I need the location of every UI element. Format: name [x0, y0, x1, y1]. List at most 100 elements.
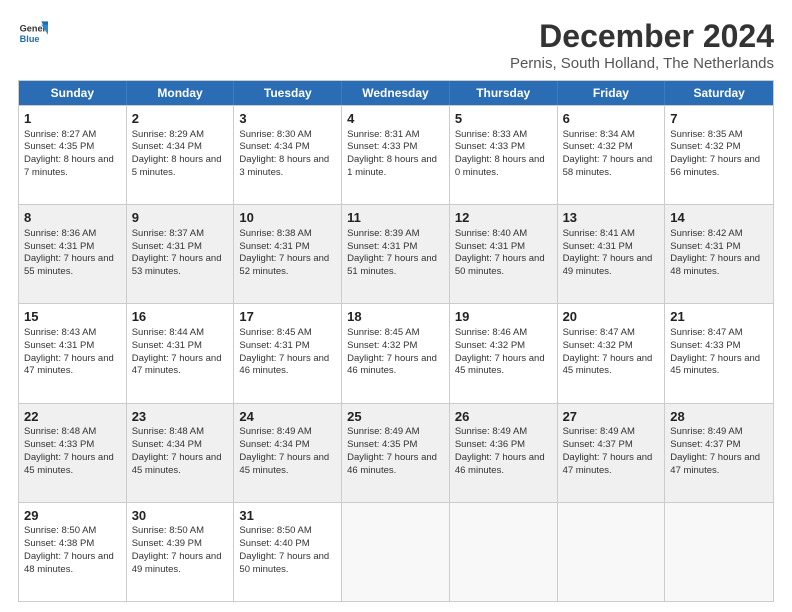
day-info: Sunrise: 8:38 AM Sunset: 4:31 PM Dayligh… [239, 228, 336, 279]
day-number: 5 [455, 110, 552, 128]
day-number: 21 [670, 308, 768, 326]
day-info: Sunrise: 8:45 AM Sunset: 4:32 PM Dayligh… [347, 327, 444, 378]
calendar-row-0: 1Sunrise: 8:27 AM Sunset: 4:35 PM Daylig… [19, 105, 773, 204]
day-number: 25 [347, 408, 444, 426]
day-info: Sunrise: 8:46 AM Sunset: 4:32 PM Dayligh… [455, 327, 552, 378]
day-number: 16 [132, 308, 229, 326]
calendar-cell: 18Sunrise: 8:45 AM Sunset: 4:32 PM Dayli… [342, 304, 450, 402]
day-info: Sunrise: 8:35 AM Sunset: 4:32 PM Dayligh… [670, 129, 768, 180]
calendar-row-2: 15Sunrise: 8:43 AM Sunset: 4:31 PM Dayli… [19, 303, 773, 402]
header-cell-friday: Friday [558, 81, 666, 105]
day-number: 17 [239, 308, 336, 326]
calendar-cell: 31Sunrise: 8:50 AM Sunset: 4:40 PM Dayli… [234, 503, 342, 601]
calendar-cell: 19Sunrise: 8:46 AM Sunset: 4:32 PM Dayli… [450, 304, 558, 402]
calendar-cell: 9Sunrise: 8:37 AM Sunset: 4:31 PM Daylig… [127, 205, 235, 303]
calendar-cell: 12Sunrise: 8:40 AM Sunset: 4:31 PM Dayli… [450, 205, 558, 303]
day-info: Sunrise: 8:44 AM Sunset: 4:31 PM Dayligh… [132, 327, 229, 378]
day-info: Sunrise: 8:43 AM Sunset: 4:31 PM Dayligh… [24, 327, 121, 378]
calendar-cell: 2Sunrise: 8:29 AM Sunset: 4:34 PM Daylig… [127, 106, 235, 204]
day-number: 30 [132, 507, 229, 525]
day-number: 13 [563, 209, 660, 227]
day-number: 22 [24, 408, 121, 426]
day-number: 1 [24, 110, 121, 128]
calendar-cell: 6Sunrise: 8:34 AM Sunset: 4:32 PM Daylig… [558, 106, 666, 204]
day-number: 31 [239, 507, 336, 525]
day-number: 4 [347, 110, 444, 128]
day-number: 19 [455, 308, 552, 326]
calendar-cell: 1Sunrise: 8:27 AM Sunset: 4:35 PM Daylig… [19, 106, 127, 204]
logo-icon: General Blue [18, 18, 48, 48]
day-number: 29 [24, 507, 121, 525]
header-cell-tuesday: Tuesday [234, 81, 342, 105]
day-info: Sunrise: 8:33 AM Sunset: 4:33 PM Dayligh… [455, 129, 552, 180]
day-number: 24 [239, 408, 336, 426]
calendar-cell: 29Sunrise: 8:50 AM Sunset: 4:38 PM Dayli… [19, 503, 127, 601]
day-number: 3 [239, 110, 336, 128]
day-number: 6 [563, 110, 660, 128]
day-info: Sunrise: 8:50 AM Sunset: 4:38 PM Dayligh… [24, 525, 121, 576]
header: General Blue December 2024 Pernis, South… [18, 18, 774, 72]
header-cell-saturday: Saturday [665, 81, 773, 105]
day-info: Sunrise: 8:27 AM Sunset: 4:35 PM Dayligh… [24, 129, 121, 180]
calendar-cell: 30Sunrise: 8:50 AM Sunset: 4:39 PM Dayli… [127, 503, 235, 601]
day-info: Sunrise: 8:37 AM Sunset: 4:31 PM Dayligh… [132, 228, 229, 279]
calendar-cell [450, 503, 558, 601]
day-number: 28 [670, 408, 768, 426]
day-info: Sunrise: 8:49 AM Sunset: 4:37 PM Dayligh… [563, 426, 660, 477]
day-info: Sunrise: 8:30 AM Sunset: 4:34 PM Dayligh… [239, 129, 336, 180]
header-cell-monday: Monday [127, 81, 235, 105]
calendar-row-1: 8Sunrise: 8:36 AM Sunset: 4:31 PM Daylig… [19, 204, 773, 303]
logo: General Blue [18, 18, 48, 48]
calendar-cell: 26Sunrise: 8:49 AM Sunset: 4:36 PM Dayli… [450, 404, 558, 502]
day-number: 10 [239, 209, 336, 227]
day-number: 23 [132, 408, 229, 426]
day-number: 26 [455, 408, 552, 426]
calendar-cell: 4Sunrise: 8:31 AM Sunset: 4:33 PM Daylig… [342, 106, 450, 204]
day-info: Sunrise: 8:49 AM Sunset: 4:35 PM Dayligh… [347, 426, 444, 477]
calendar-cell: 21Sunrise: 8:47 AM Sunset: 4:33 PM Dayli… [665, 304, 773, 402]
calendar-header: SundayMondayTuesdayWednesdayThursdayFrid… [19, 81, 773, 105]
day-info: Sunrise: 8:49 AM Sunset: 4:36 PM Dayligh… [455, 426, 552, 477]
calendar-cell: 10Sunrise: 8:38 AM Sunset: 4:31 PM Dayli… [234, 205, 342, 303]
calendar-body: 1Sunrise: 8:27 AM Sunset: 4:35 PM Daylig… [19, 105, 773, 601]
svg-text:Blue: Blue [20, 34, 40, 44]
title-block: December 2024 Pernis, South Holland, The… [510, 18, 774, 72]
day-number: 18 [347, 308, 444, 326]
calendar-cell: 3Sunrise: 8:30 AM Sunset: 4:34 PM Daylig… [234, 106, 342, 204]
day-info: Sunrise: 8:29 AM Sunset: 4:34 PM Dayligh… [132, 129, 229, 180]
calendar-cell [558, 503, 666, 601]
calendar: SundayMondayTuesdayWednesdayThursdayFrid… [18, 80, 774, 602]
day-info: Sunrise: 8:31 AM Sunset: 4:33 PM Dayligh… [347, 129, 444, 180]
calendar-cell: 16Sunrise: 8:44 AM Sunset: 4:31 PM Dayli… [127, 304, 235, 402]
calendar-cell: 20Sunrise: 8:47 AM Sunset: 4:32 PM Dayli… [558, 304, 666, 402]
day-number: 11 [347, 209, 444, 227]
day-number: 7 [670, 110, 768, 128]
calendar-cell: 25Sunrise: 8:49 AM Sunset: 4:35 PM Dayli… [342, 404, 450, 502]
day-info: Sunrise: 8:47 AM Sunset: 4:32 PM Dayligh… [563, 327, 660, 378]
day-info: Sunrise: 8:42 AM Sunset: 4:31 PM Dayligh… [670, 228, 768, 279]
day-info: Sunrise: 8:48 AM Sunset: 4:33 PM Dayligh… [24, 426, 121, 477]
day-number: 8 [24, 209, 121, 227]
day-info: Sunrise: 8:36 AM Sunset: 4:31 PM Dayligh… [24, 228, 121, 279]
subtitle: Pernis, South Holland, The Netherlands [510, 55, 774, 72]
day-info: Sunrise: 8:41 AM Sunset: 4:31 PM Dayligh… [563, 228, 660, 279]
day-number: 12 [455, 209, 552, 227]
day-number: 15 [24, 308, 121, 326]
calendar-row-3: 22Sunrise: 8:48 AM Sunset: 4:33 PM Dayli… [19, 403, 773, 502]
calendar-cell: 11Sunrise: 8:39 AM Sunset: 4:31 PM Dayli… [342, 205, 450, 303]
day-number: 14 [670, 209, 768, 227]
day-number: 9 [132, 209, 229, 227]
calendar-cell: 27Sunrise: 8:49 AM Sunset: 4:37 PM Dayli… [558, 404, 666, 502]
day-info: Sunrise: 8:47 AM Sunset: 4:33 PM Dayligh… [670, 327, 768, 378]
day-info: Sunrise: 8:34 AM Sunset: 4:32 PM Dayligh… [563, 129, 660, 180]
calendar-cell: 28Sunrise: 8:49 AM Sunset: 4:37 PM Dayli… [665, 404, 773, 502]
day-info: Sunrise: 8:48 AM Sunset: 4:34 PM Dayligh… [132, 426, 229, 477]
calendar-cell: 22Sunrise: 8:48 AM Sunset: 4:33 PM Dayli… [19, 404, 127, 502]
header-cell-thursday: Thursday [450, 81, 558, 105]
calendar-cell: 23Sunrise: 8:48 AM Sunset: 4:34 PM Dayli… [127, 404, 235, 502]
day-number: 27 [563, 408, 660, 426]
calendar-cell: 14Sunrise: 8:42 AM Sunset: 4:31 PM Dayli… [665, 205, 773, 303]
calendar-cell: 15Sunrise: 8:43 AM Sunset: 4:31 PM Dayli… [19, 304, 127, 402]
header-cell-sunday: Sunday [19, 81, 127, 105]
day-info: Sunrise: 8:50 AM Sunset: 4:39 PM Dayligh… [132, 525, 229, 576]
